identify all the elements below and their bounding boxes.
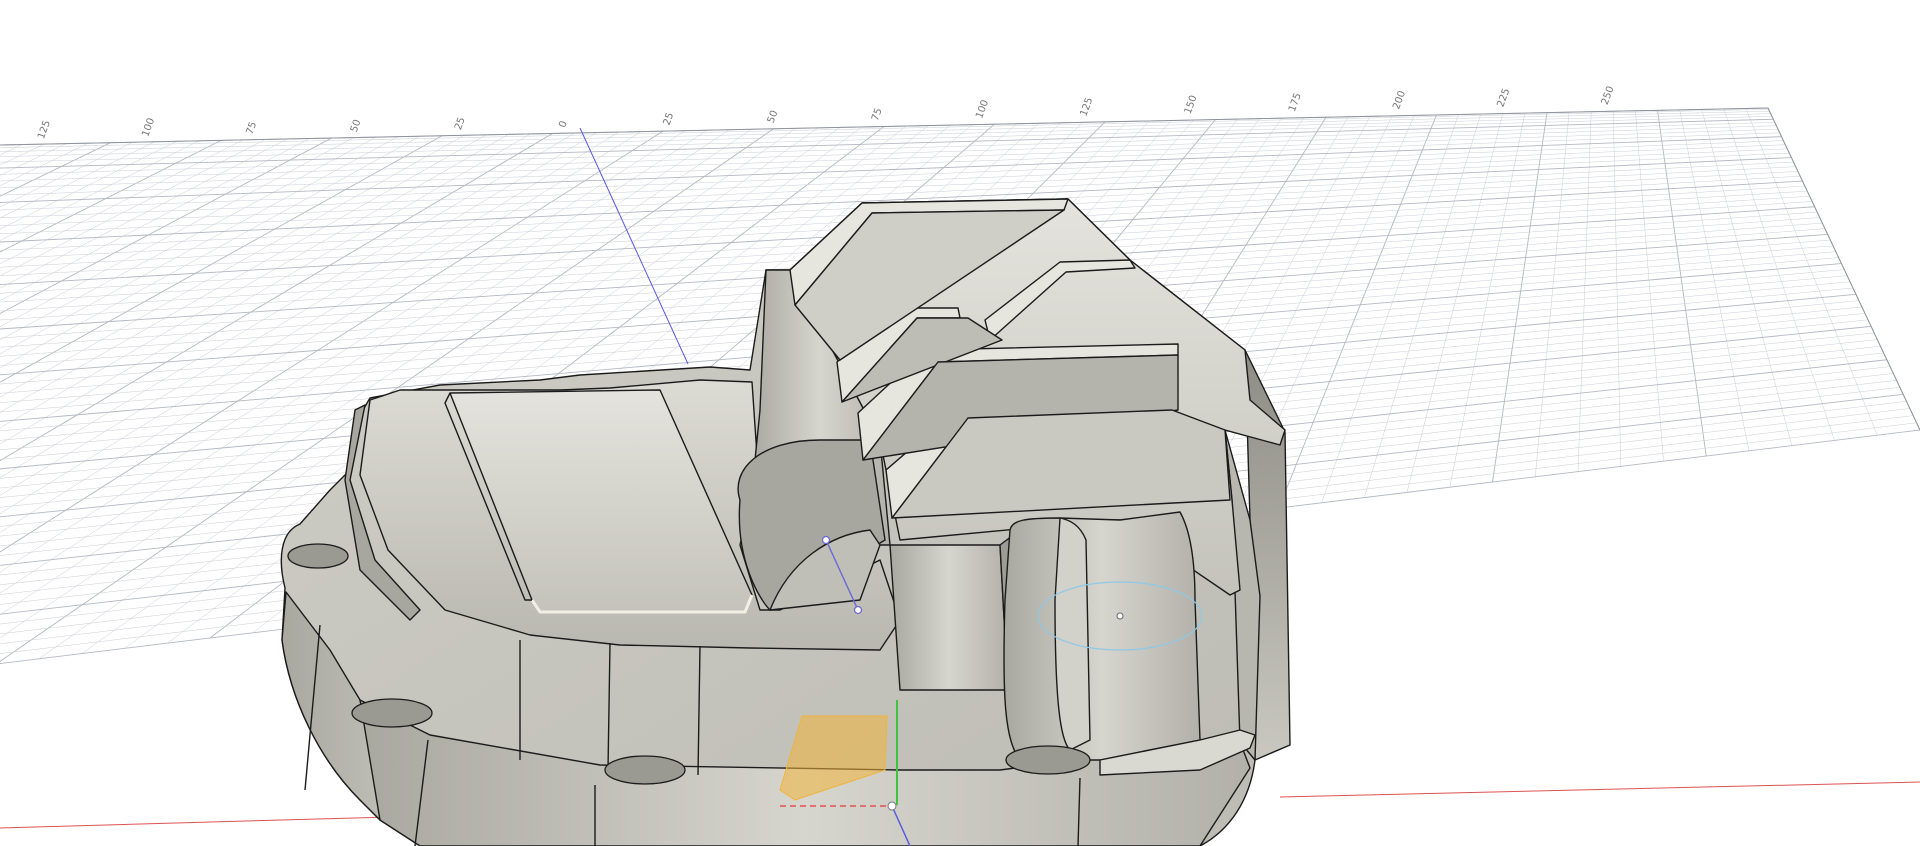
sketch-line-start: [821, 535, 831, 545]
ruler-label: 100: [140, 117, 157, 139]
hole-left: [351, 698, 433, 728]
ruler-label: 225: [1495, 87, 1512, 109]
sketch-center-point: [1116, 612, 1124, 620]
grid-line: [0, 111, 1770, 153]
viewport-canvas[interactable]: 125 100 75 50 25 0 25 50 75 100 125 150 175 200 225 250: [0, 0, 1920, 846]
tube-boss: [1003, 511, 1201, 761]
ruler-label: 250: [1600, 85, 1617, 107]
hole-top-left: [287, 543, 349, 569]
front-tower: [889, 544, 1009, 691]
ruler-label: 200: [1391, 89, 1408, 111]
grid-line: [1492, 112, 1548, 483]
grid-line: [1406, 113, 1504, 493]
grid-line: [1449, 113, 1526, 488]
grid-line: [0, 113, 1771, 157]
ruler-label: 25: [453, 116, 468, 132]
sketch-line-end: [853, 605, 863, 615]
ruler-label: 150: [1183, 94, 1200, 116]
x-axis-line-right: [1279, 781, 1920, 798]
grid-line: [0, 138, 310, 301]
origin-point: [887, 801, 897, 811]
grid-line: [1321, 114, 1459, 503]
hole-right: [1005, 745, 1091, 775]
grid-line: [1613, 111, 1621, 467]
grid-line: [0, 142, 111, 197]
ruler-label: 25: [662, 111, 677, 127]
ruler-label: 50: [349, 118, 364, 134]
tube-inner: [1054, 517, 1091, 751]
ruler-label: 100: [974, 98, 991, 120]
housing-body[interactable]: [280, 198, 1291, 846]
ruler-label: 125: [1079, 96, 1096, 118]
grid-line: [0, 144, 23, 156]
grid-line: [0, 141, 155, 219]
hole-center: [604, 755, 686, 785]
grid-line: [0, 109, 1769, 148]
grid-line: [0, 132, 1780, 196]
ruler-label: 0: [557, 120, 570, 130]
grid-line: [0, 125, 1777, 182]
grid-line: [0, 122, 1775, 175]
grid-line: [0, 142, 133, 208]
3d-viewport[interactable]: 125 100 75 50 25 0 25 50 75 100 125 150 175 200 225 250: [0, 0, 1920, 846]
ruler-label: 175: [1287, 92, 1304, 114]
grid-ruler: 125 100 75 50 25 0 25 50 75 100 125 150 175 200 225 250: [36, 85, 1616, 141]
grid-line: [1535, 112, 1570, 477]
grid-line: [1745, 108, 1878, 436]
ruler-label: 75: [870, 107, 885, 123]
ruler-label: 75: [245, 120, 260, 136]
ruler-label: 125: [36, 119, 53, 141]
grid-line: [0, 143, 45, 166]
ruler-label: 50: [766, 109, 781, 125]
